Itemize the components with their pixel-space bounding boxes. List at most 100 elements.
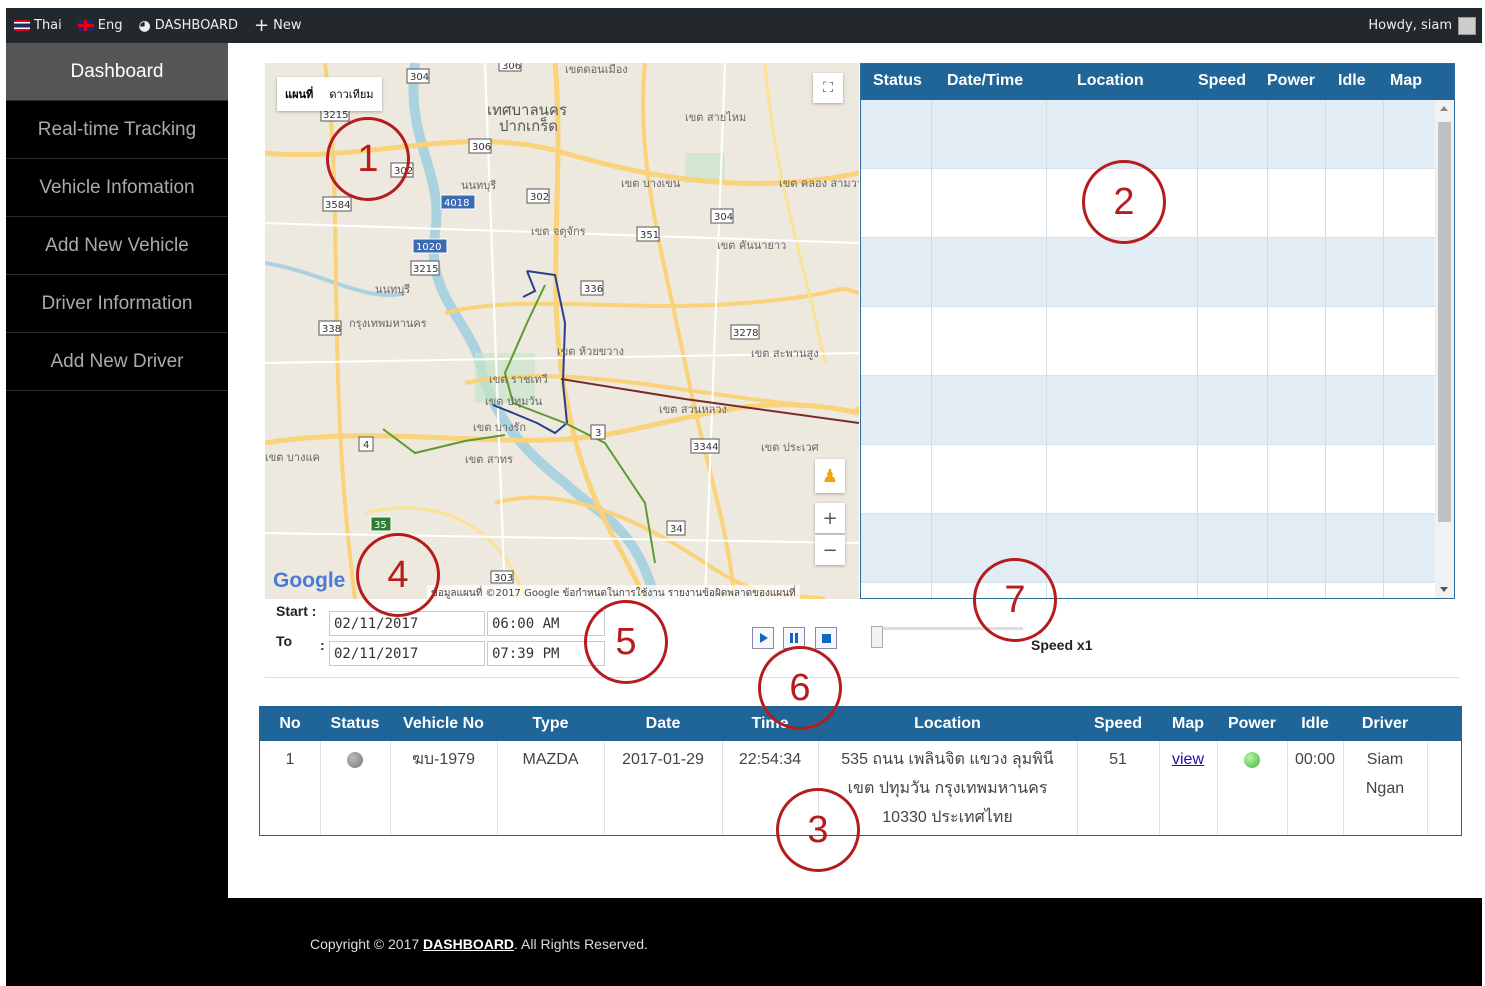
scrollbar-thumb[interactable] <box>1438 122 1451 522</box>
map-label: เขตดอนเมือง <box>565 63 628 76</box>
svg-text:351: 351 <box>640 230 659 241</box>
cell-vehicle-no: ฆบ-1979 <box>412 751 475 768</box>
table-row[interactable] <box>861 376 1435 445</box>
road-shield: 351 <box>636 226 660 242</box>
avatar <box>1458 16 1476 35</box>
annotation-5: 5 <box>584 600 668 684</box>
road-shield: 1020 <box>412 238 448 254</box>
sidebar-item-add-new-vehicle[interactable]: Add New Vehicle <box>6 217 228 275</box>
column-divider <box>1267 100 1268 598</box>
lang-eng-label: Eng <box>97 18 123 33</box>
sidebar-item-label: Add New Vehicle <box>45 234 189 256</box>
road-shield: 34 <box>666 520 686 536</box>
play-button[interactable] <box>752 627 774 649</box>
view-map-link[interactable]: view <box>1159 745 1217 774</box>
speed-slider-handle[interactable] <box>871 626 883 648</box>
col-status: Status <box>873 72 922 89</box>
cell-date: 2017-01-29 <box>622 751 704 768</box>
map-type-roadmap-button[interactable]: แผนที่ <box>277 77 321 111</box>
new-button[interactable]: + New <box>246 8 309 43</box>
lang-thai-link[interactable]: Thai <box>6 8 70 43</box>
table-row[interactable] <box>861 238 1435 307</box>
zoom-in-icon[interactable]: + <box>815 503 845 533</box>
cell-driver-line1: Siam <box>1366 751 1404 768</box>
map-type-control: แผนที่ ดาวเทียม <box>277 77 382 111</box>
sidebar-item-add-new-driver[interactable]: Add New Driver <box>6 333 228 391</box>
map-label: เขต บางแค <box>265 451 320 464</box>
road-shield: 35 <box>370 516 392 532</box>
map-label: เขต จตุจักร <box>531 225 586 238</box>
annotation-3: 3 <box>776 788 860 872</box>
svg-text:336: 336 <box>584 284 603 295</box>
road-shield: 4 <box>358 436 374 452</box>
map-label: นนทบุรี <box>375 283 410 296</box>
scroll-down-icon[interactable] <box>1440 587 1448 592</box>
dashboard-link-label: DASHBOARD <box>154 18 239 33</box>
history-table-header: Status Date/Time Location Speed Power Id… <box>861 64 1454 100</box>
scroll-up-icon[interactable] <box>1440 106 1448 111</box>
sidebar-item-driver-information[interactable]: Driver Information <box>6 275 228 333</box>
col-date: Date <box>645 715 681 732</box>
column-divider <box>931 100 932 598</box>
annotation-4: 4 <box>356 533 440 617</box>
cell-time: 22:54:34 <box>738 751 802 768</box>
start-label: Start : <box>276 603 317 619</box>
end-date-input[interactable]: 02/11/2017 <box>329 641 485 666</box>
map-attribution[interactable]: ข้อมูลแผนที่ ©2017 Google ข้อกำหนดในการใ… <box>427 585 800 599</box>
cell-location-line2: เขต ปทุมวัน กรุงเทพมหานคร <box>847 780 1048 797</box>
new-label: New <box>273 18 302 33</box>
svg-text:306: 306 <box>472 142 491 153</box>
history-scrollbar[interactable] <box>1435 100 1454 598</box>
sidebar-item-vehicle-information[interactable]: Vehicle Infomation <box>6 159 228 217</box>
power-on-icon <box>1244 751 1260 768</box>
sidebar-item-label: Dashboard <box>70 60 164 82</box>
dashboard-link[interactable]: ◕ DASHBOARD <box>130 8 246 43</box>
annotation-1: 1 <box>326 117 410 201</box>
col-driver: Driver <box>1361 715 1409 732</box>
col-map: Map <box>1172 715 1204 732</box>
user-menu[interactable]: Howdy, siam <box>1368 16 1482 35</box>
zoom-out-icon[interactable]: − <box>815 535 845 565</box>
to-label: To <box>276 633 293 649</box>
svg-text:3584: 3584 <box>325 200 350 211</box>
col-status: Status <box>330 715 380 732</box>
map-label: เขต ปทุมวัน <box>485 395 543 408</box>
vehicle-table-header: No Status Vehicle No Type Date Time Loca… <box>260 707 1461 741</box>
svg-text:34: 34 <box>670 524 683 535</box>
map-type-satellite-button[interactable]: ดาวเทียม <box>321 77 381 111</box>
map-label: เขต คันนายาว <box>717 239 786 252</box>
lang-eng-link[interactable]: Eng <box>70 8 131 43</box>
sidebar-item-realtime-tracking[interactable]: Real-time Tracking <box>6 101 228 159</box>
cell-no: 1 <box>285 751 295 768</box>
street-view-pegman-icon[interactable]: ♟ <box>815 459 845 493</box>
sidebar-item-label: Add New Driver <box>50 350 184 372</box>
svg-text:306: 306 <box>502 63 521 72</box>
svg-text:304: 304 <box>410 72 429 83</box>
map-label: เขต ประเวศ <box>761 441 819 454</box>
speed-label: Speed x1 <box>1031 637 1093 653</box>
svg-text:304: 304 <box>714 212 733 223</box>
column-divider <box>1383 100 1384 598</box>
column-divider <box>1197 100 1198 598</box>
sidebar-item-label: Real-time Tracking <box>37 118 197 140</box>
road-shield: 3278 <box>730 324 760 340</box>
footer-dashboard-link[interactable]: DASHBOARD <box>423 936 514 952</box>
google-logo: Google <box>273 569 346 592</box>
uk-flag-icon <box>77 20 94 31</box>
fullscreen-icon[interactable]: ⛶ <box>813 73 843 103</box>
table-row[interactable] <box>861 100 1435 169</box>
howdy-text: Howdy, siam <box>1368 18 1452 33</box>
table-row[interactable] <box>861 445 1435 514</box>
table-row[interactable] <box>861 307 1435 376</box>
svg-text:4: 4 <box>363 440 369 451</box>
stop-icon <box>821 633 831 643</box>
pause-icon <box>790 633 798 643</box>
table-row[interactable] <box>861 514 1435 583</box>
sidebar: Dashboard Real-time Tracking Vehicle Inf… <box>6 43 228 898</box>
svg-text:3344: 3344 <box>693 442 718 453</box>
svg-text:3278: 3278 <box>733 328 758 339</box>
stop-button[interactable] <box>815 627 837 649</box>
sidebar-item-dashboard[interactable]: Dashboard <box>6 43 228 101</box>
cell-driver-line2: Ngan <box>1365 780 1405 797</box>
history-table: Status Date/Time Location Speed Power Id… <box>860 63 1455 599</box>
